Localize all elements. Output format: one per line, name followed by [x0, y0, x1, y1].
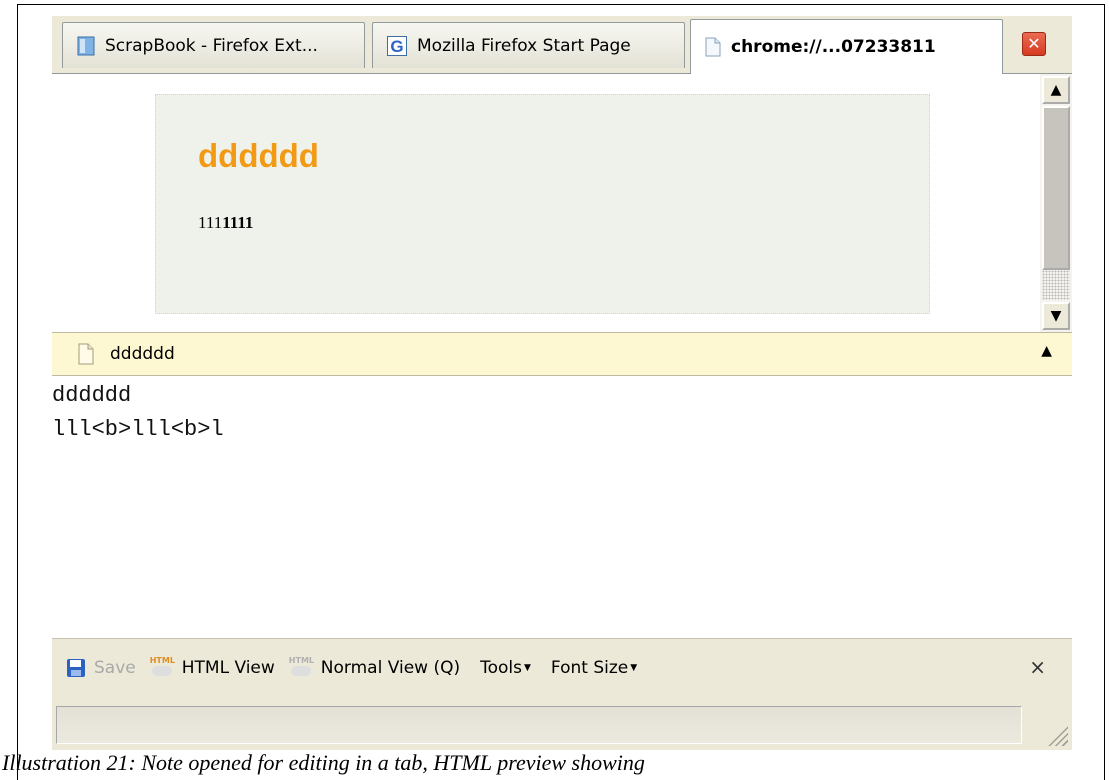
note-preview-box: dddddd 1111111: [155, 94, 930, 314]
dropdown-caret-icon: ▼: [524, 662, 531, 673]
dropdown-caret-icon: ▼: [630, 662, 638, 673]
figure-caption: Illustration 21: Note opened for editing…: [2, 750, 645, 775]
html-view-label: HTML View: [181, 657, 275, 678]
note-source-editor[interactable]: dddddd lll<b>lll<b>l: [52, 376, 1072, 638]
note-toolbar: Save HTML HTML View HTML Normal View (Q)…: [52, 638, 1072, 696]
status-bar: [52, 696, 1072, 750]
scroll-thumb[interactable]: [1042, 106, 1070, 270]
note-preview-title: dddddd: [198, 137, 319, 174]
normal-view-button[interactable]: HTML Normal View (Q): [289, 656, 461, 679]
normal-view-label: Normal View (Q): [320, 657, 461, 678]
save-button[interactable]: Save: [52, 658, 136, 678]
tools-label: Tools: [480, 657, 522, 678]
scroll-down-icon[interactable]: ▼: [1042, 302, 1070, 330]
close-toolbar-icon[interactable]: ×: [1029, 655, 1046, 679]
scroll-track[interactable]: [1042, 270, 1070, 300]
tab-bar: ScrapBook - Firefox Ext... G Mozilla Fir…: [52, 16, 1072, 74]
tools-menu[interactable]: Tools ▼: [480, 658, 531, 678]
note-header-bar: dddddd ▲: [52, 332, 1072, 376]
scroll-up-icon[interactable]: ▲: [1042, 76, 1070, 104]
floppy-disk-icon: [67, 658, 85, 677]
font-size-label: Font Size: [550, 657, 629, 678]
tab-label: Mozilla Firefox Start Page: [417, 35, 631, 56]
google-icon: G: [387, 35, 407, 56]
html-preview: dddddd 1111111: [52, 74, 1040, 332]
html-view-button[interactable]: HTML HTML View: [150, 656, 275, 679]
tab-chrome-note[interactable]: chrome://...07233811: [690, 19, 1003, 74]
collapse-icon[interactable]: ▲: [1041, 343, 1052, 359]
preview-scrollbar[interactable]: ▲ ▼: [1040, 74, 1072, 332]
tab-firefox-start[interactable]: G Mozilla Firefox Start Page: [372, 22, 685, 68]
note-title: dddddd: [110, 344, 175, 364]
tab-scrapbook[interactable]: ScrapBook - Firefox Ext...: [62, 22, 365, 68]
tab-label: ScrapBook - Firefox Ext...: [105, 35, 318, 56]
scrapbook-icon: [77, 36, 95, 55]
svg-text:G: G: [390, 37, 403, 56]
status-panel: [56, 706, 1022, 744]
resize-grip-icon[interactable]: [1046, 724, 1068, 746]
note-preview-body: 1111111: [198, 213, 254, 232]
close-tab-icon[interactable]: ✕: [1022, 32, 1046, 56]
firefox-window: ScrapBook - Firefox Ext... G Mozilla Fir…: [52, 16, 1072, 750]
html-disabled-icon: HTML: [289, 656, 314, 679]
tab-label: chrome://...07233811: [731, 37, 936, 57]
page-icon: [705, 37, 721, 57]
note-document-icon: [78, 343, 94, 365]
save-label: Save: [94, 657, 136, 678]
font-size-menu[interactable]: Font Size ▼: [551, 658, 637, 678]
html-icon: HTML: [150, 656, 175, 679]
